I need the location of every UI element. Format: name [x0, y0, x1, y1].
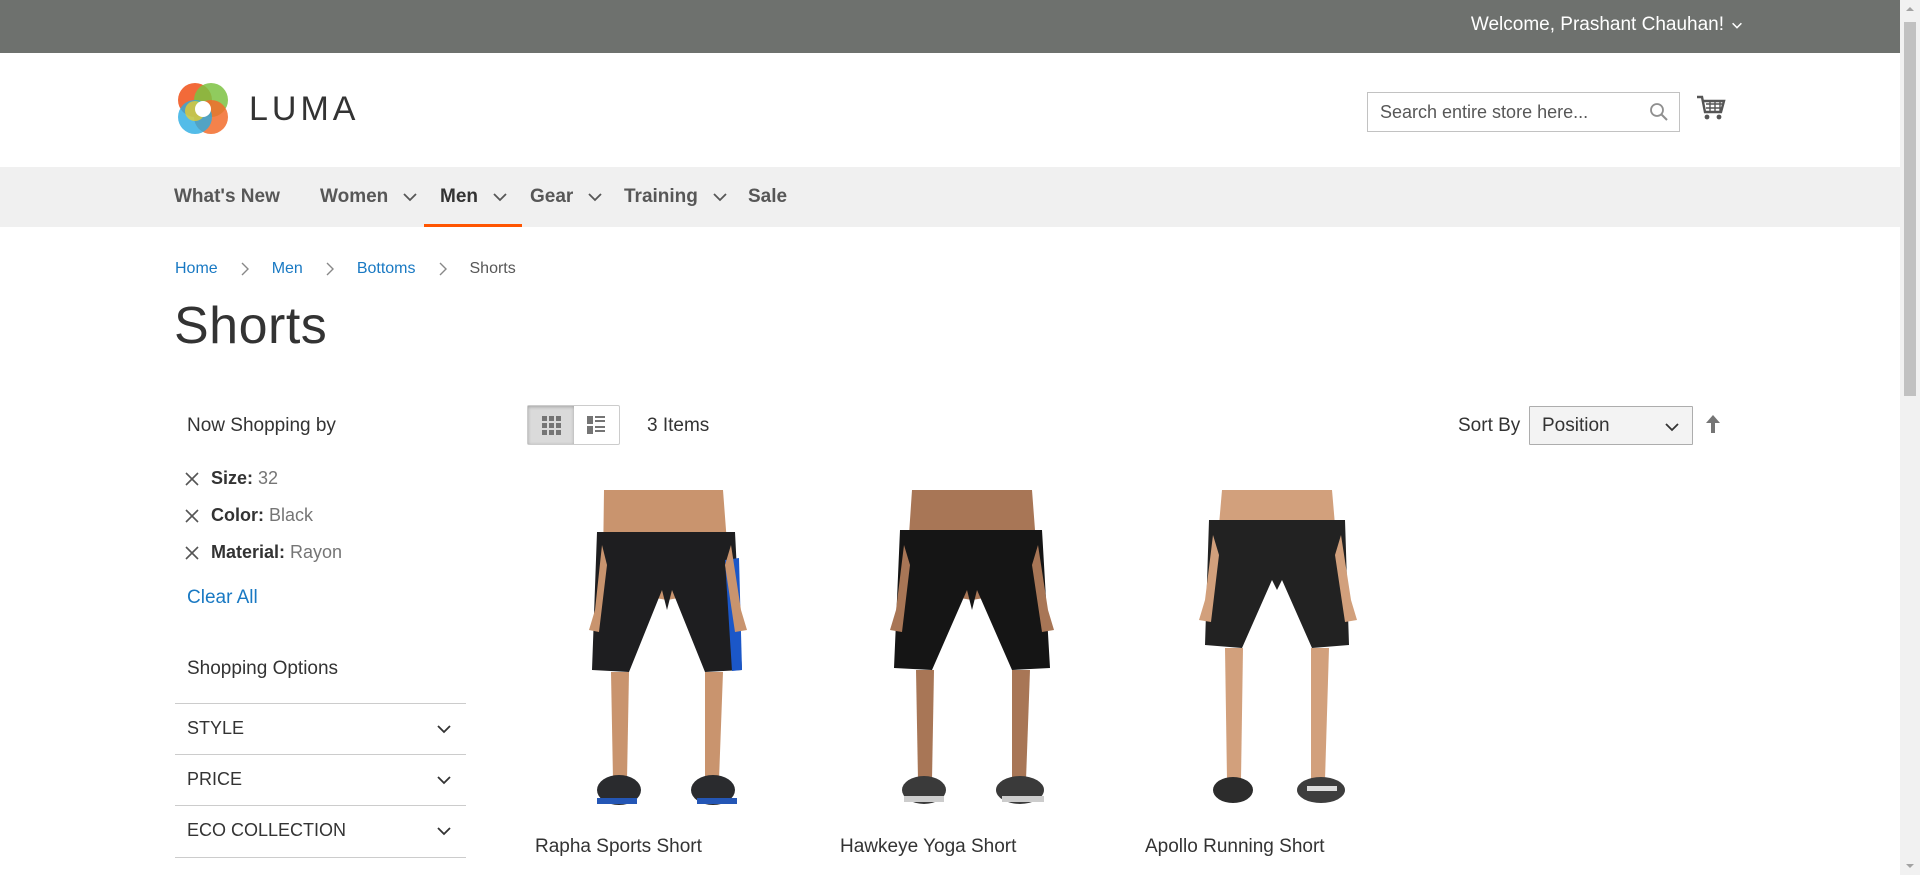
- sort-by-value: Position: [1542, 415, 1610, 436]
- product-image[interactable]: [1137, 490, 1417, 825]
- remove-filter-icon[interactable]: [185, 545, 199, 560]
- product-name-link[interactable]: Rapha Sports Short: [535, 836, 702, 858]
- divider: [175, 857, 466, 858]
- filter-option-price[interactable]: PRICE: [175, 754, 466, 804]
- filter-value: Black: [269, 505, 314, 525]
- welcome-text: Welcome, Prashant Chauhan!: [1470, 14, 1724, 35]
- view-mode-switcher: [527, 405, 620, 445]
- product-name-link[interactable]: Apollo Running Short: [1145, 836, 1325, 858]
- product-photo: [527, 490, 807, 825]
- chevron-down-icon: [493, 193, 507, 202]
- chevron-down-icon: [588, 193, 602, 202]
- nav-item-sale[interactable]: Sale: [748, 167, 787, 227]
- product-toolbar: 3 Items Sort By Position: [527, 405, 1727, 447]
- header: LUMA: [0, 53, 1900, 167]
- search-box: [1367, 92, 1680, 132]
- chevron-right-icon: [326, 262, 334, 276]
- page: Welcome, Prashant Chauhan! LUMA Search e…: [0, 0, 1900, 875]
- sort-direction-arrow-icon[interactable]: [1704, 413, 1722, 435]
- product-image[interactable]: [832, 490, 1112, 825]
- nav-item-men[interactable]: Men: [424, 167, 522, 227]
- clear-all-link[interactable]: Clear All: [187, 587, 258, 609]
- list-icon: [587, 416, 606, 434]
- logo-text: LUMA: [249, 89, 360, 128]
- product-name-link[interactable]: Hawkeye Yoga Short: [840, 836, 1016, 858]
- nav-item-gear[interactable]: Gear: [530, 167, 603, 227]
- nav-item-label: Women: [320, 186, 389, 207]
- toolbar-amount: 3 Items: [647, 415, 710, 436]
- breadcrumb-current: Shorts: [469, 260, 516, 277]
- active-filter: Color: Black: [185, 505, 313, 526]
- chevron-right-icon: [439, 262, 447, 276]
- luma-logo[interactable]: LUMA: [175, 81, 359, 137]
- chevron-down-icon: [1665, 423, 1679, 432]
- search-input[interactable]: [1368, 93, 1650, 131]
- list-view-button[interactable]: [574, 406, 620, 444]
- main-navigation: What's New Women Men Gear Training Sale: [0, 167, 1900, 227]
- now-shopping-title: Now Shopping by: [187, 415, 336, 436]
- sort-by-select[interactable]: Position: [1529, 406, 1693, 445]
- customer-menu[interactable]: Welcome, Prashant Chauhan!: [1471, 14, 1744, 36]
- filter-option-style[interactable]: STYLE: [175, 703, 466, 753]
- filter-label: Color:: [211, 505, 264, 525]
- nav-item-women[interactable]: Women: [320, 167, 418, 227]
- breadcrumb-home[interactable]: Home: [175, 260, 218, 278]
- grid-icon: [541, 416, 561, 435]
- chevron-down-icon: [713, 193, 727, 202]
- nav-item-label: Gear: [530, 186, 574, 207]
- chevron-down-icon: [437, 776, 451, 785]
- filter-option-label: ECO COLLECTION: [187, 820, 347, 840]
- sort-by-label: Sort By: [1458, 415, 1521, 436]
- scroll-down-arrow-icon[interactable]: [1900, 857, 1920, 875]
- vertical-scrollbar[interactable]: [1900, 0, 1920, 875]
- filter-option-label: STYLE: [187, 718, 245, 738]
- product-photo: [832, 490, 1112, 825]
- nav-item-label: What's New: [174, 186, 280, 207]
- breadcrumb: Home Men Bottoms Shorts: [175, 260, 516, 278]
- nav-item-label: Men: [440, 186, 478, 207]
- product-photo: [1137, 490, 1417, 825]
- breadcrumb-men[interactable]: Men: [272, 260, 303, 278]
- remove-filter-icon[interactable]: [185, 508, 199, 523]
- scroll-up-arrow-icon[interactable]: [1900, 0, 1920, 18]
- filter-option-eco-collection[interactable]: ECO COLLECTION: [175, 805, 466, 855]
- chevron-down-icon: [437, 725, 451, 734]
- filter-option-label: PRICE: [187, 769, 243, 789]
- grid-view-button[interactable]: [528, 406, 574, 444]
- cart-icon[interactable]: [1696, 93, 1726, 123]
- remove-filter-icon[interactable]: [185, 471, 199, 486]
- breadcrumb-bottoms[interactable]: Bottoms: [357, 260, 416, 278]
- active-filter: Size: 32: [185, 468, 278, 489]
- nav-item-training[interactable]: Training: [624, 167, 728, 227]
- chevron-down-icon: [403, 193, 417, 202]
- product-image[interactable]: [527, 490, 807, 825]
- nav-item-label: Sale: [748, 186, 788, 207]
- chevron-right-icon: [241, 262, 249, 276]
- filter-value: 32: [258, 468, 279, 488]
- nav-item-whats-new[interactable]: What's New: [174, 167, 280, 227]
- scrollbar-thumb[interactable]: [1904, 22, 1916, 396]
- filter-value: Rayon: [290, 542, 343, 562]
- shopping-options-title: Shopping Options: [187, 658, 339, 679]
- chevron-down-icon: [1732, 22, 1742, 29]
- luma-logo-icon: [178, 83, 228, 134]
- top-bar: Welcome, Prashant Chauhan!: [0, 0, 1900, 53]
- active-filter: Material: Rayon: [185, 542, 342, 563]
- filter-label: Size:: [211, 468, 254, 488]
- search-icon[interactable]: [1649, 102, 1669, 122]
- filter-label: Material:: [211, 542, 286, 562]
- nav-item-label: Training: [624, 186, 698, 207]
- page-title: Shorts: [174, 297, 328, 355]
- chevron-down-icon: [437, 827, 451, 836]
